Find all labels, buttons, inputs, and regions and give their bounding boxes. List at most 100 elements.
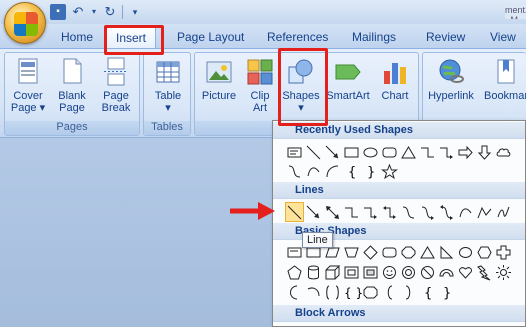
- table-button[interactable]: Table ▾: [148, 57, 188, 114]
- line-shape-highlighted[interactable]: [285, 202, 304, 222]
- bevel-shape[interactable]: [342, 262, 361, 282]
- blank-page-label: Blank Page: [58, 90, 86, 114]
- donut-ring-shape[interactable]: [399, 262, 418, 282]
- bookmark-icon: [497, 59, 515, 84]
- right-brace-basic-shape[interactable]: }: [437, 282, 456, 302]
- oval-shape[interactable]: [361, 142, 380, 162]
- curve-shape[interactable]: [304, 161, 323, 181]
- triangle-basic-shape[interactable]: [418, 242, 437, 262]
- page-break-label: Page Break: [101, 90, 131, 114]
- smiley-face-shape[interactable]: [380, 262, 399, 282]
- cross-shape[interactable]: [494, 242, 513, 262]
- elbow-double-arrow-line-shape[interactable]: [380, 202, 399, 222]
- freeform-line-shape[interactable]: [475, 202, 494, 222]
- page-break-icon: [104, 57, 128, 86]
- cloud-callout-shape[interactable]: [494, 142, 513, 162]
- lightning-bolt-shape[interactable]: [475, 262, 494, 282]
- text-box-shape[interactable]: [285, 142, 304, 162]
- smartart-button[interactable]: SmartArt: [325, 57, 371, 102]
- blank-page-icon: [63, 58, 82, 84]
- block-arrows-heading: Block Arrows: [273, 305, 525, 322]
- left-brace-shape[interactable]: {: [342, 161, 361, 181]
- double-bracket-shape[interactable]: [323, 282, 342, 302]
- tab-mailings[interactable]: Mailings: [352, 30, 396, 44]
- arrow-line-shape[interactable]: [304, 202, 323, 222]
- left-bracket-shape[interactable]: [380, 282, 399, 302]
- elbow-arrow-connector-shape[interactable]: [437, 142, 456, 162]
- blank-page-button[interactable]: Blank Page: [52, 57, 92, 114]
- pentagon-shape[interactable]: [285, 262, 304, 282]
- recent-shapes-row-2: { }: [285, 161, 399, 181]
- basic-shapes-row-3: { } { }: [285, 282, 456, 302]
- moon-shape[interactable]: [285, 282, 304, 302]
- double-brace-shape[interactable]: { }: [342, 282, 363, 302]
- down-arrow-shape[interactable]: [475, 142, 494, 162]
- bookmark-button[interactable]: Bookmar: [481, 57, 526, 102]
- no-symbol-shape[interactable]: [418, 262, 437, 282]
- trapezoid-shape[interactable]: [342, 242, 361, 262]
- oval-basic-shape[interactable]: [456, 242, 475, 262]
- customize-icon[interactable]: ▾: [127, 4, 143, 20]
- smartart-label: SmartArt: [326, 90, 370, 102]
- table-label: Table ▾: [154, 90, 182, 114]
- diamond-shape[interactable]: [361, 242, 380, 262]
- clip-art-icon: [247, 59, 273, 85]
- tab-view[interactable]: View: [490, 30, 516, 44]
- save-icon[interactable]: ▪: [50, 4, 66, 20]
- page-break-button[interactable]: Page Break: [95, 57, 137, 114]
- curved-arrow-line-shape[interactable]: [418, 202, 437, 222]
- elbow-connector-shape[interactable]: [418, 142, 437, 162]
- undo-icon[interactable]: ↶: [70, 4, 86, 20]
- block-arc-shape[interactable]: [437, 262, 456, 282]
- heart-shape[interactable]: [456, 262, 475, 282]
- hexagon-shape[interactable]: [475, 242, 494, 262]
- donut-shape[interactable]: [361, 262, 380, 282]
- sun-shape[interactable]: [494, 262, 513, 282]
- picture-button[interactable]: Picture: [199, 57, 239, 102]
- curved-connector-line-shape[interactable]: [399, 202, 418, 222]
- cover-page-button[interactable]: Cover Page ▾: [8, 57, 48, 114]
- double-arrow-line-shape[interactable]: [323, 202, 342, 222]
- right-brace-shape[interactable]: }: [361, 161, 380, 181]
- triangle-shape[interactable]: [399, 142, 418, 162]
- arc-shape[interactable]: [323, 161, 342, 181]
- plaque-shape[interactable]: [361, 282, 380, 302]
- shapes-button[interactable]: Shapes ▾: [281, 57, 321, 114]
- cube-shape[interactable]: [323, 262, 342, 282]
- office-button[interactable]: [4, 2, 46, 44]
- curved-double-arrow-line-shape[interactable]: [437, 202, 456, 222]
- clip-art-button[interactable]: Clip Art: [243, 57, 277, 114]
- curve-line-shape[interactable]: [456, 202, 475, 222]
- tab-page-layout[interactable]: Page Layout: [177, 30, 244, 44]
- smartart-icon: [335, 64, 361, 80]
- arc-basic-shape[interactable]: [304, 282, 323, 302]
- chart-button[interactable]: Chart: [375, 57, 415, 102]
- redo-icon[interactable]: ↻: [102, 4, 118, 20]
- ribbon-tabs: Home Insert Page Layout References Maili…: [0, 24, 526, 48]
- rectangle-shape[interactable]: [342, 142, 361, 162]
- hyperlink-button[interactable]: Hyperlink: [425, 57, 477, 102]
- right-arrow-shape[interactable]: [456, 142, 475, 162]
- right-bracket-shape[interactable]: [399, 282, 418, 302]
- dropdown-icon[interactable]: ▾: [90, 4, 98, 20]
- group-pages: Cover Page ▾ Blank Page Page Break Pages: [4, 52, 140, 136]
- left-brace-basic-shape[interactable]: {: [418, 282, 437, 302]
- red-pointer-arrow-icon: [230, 202, 275, 220]
- rounded-rect-basic-shape[interactable]: [380, 242, 399, 262]
- chart-icon: [384, 63, 406, 84]
- arrow-shape[interactable]: [323, 142, 342, 162]
- scribble-line-shape[interactable]: [494, 202, 513, 222]
- can-shape[interactable]: [304, 262, 323, 282]
- curve-connector-shape[interactable]: [285, 161, 304, 181]
- tab-insert[interactable]: Insert: [106, 26, 157, 48]
- right-triangle-shape[interactable]: [437, 242, 456, 262]
- octagon-shape[interactable]: [399, 242, 418, 262]
- tab-home[interactable]: Home: [61, 30, 93, 44]
- line-shape[interactable]: [304, 142, 323, 162]
- elbow-connector-line-shape[interactable]: [342, 202, 361, 222]
- rounded-rectangle-shape[interactable]: [380, 142, 399, 162]
- elbow-arrow-line-shape[interactable]: [361, 202, 380, 222]
- tab-references[interactable]: References: [267, 30, 328, 44]
- star-shape[interactable]: [380, 161, 399, 181]
- tab-review[interactable]: Review: [426, 30, 465, 44]
